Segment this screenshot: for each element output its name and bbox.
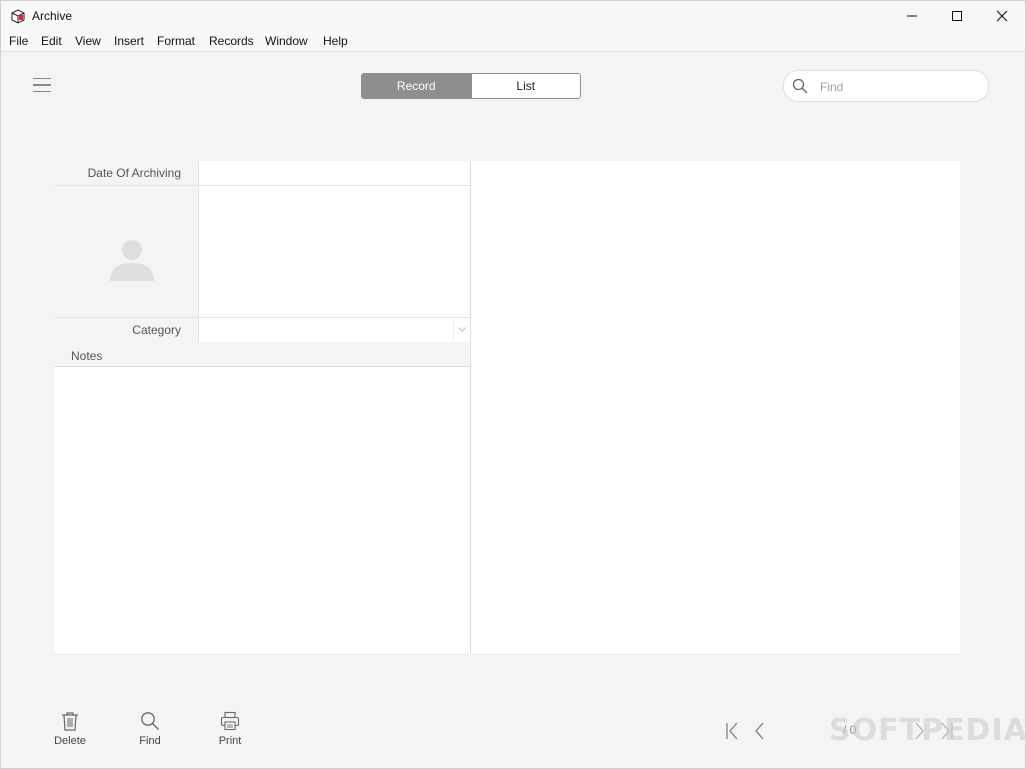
category-label-cell: Category bbox=[54, 318, 198, 342]
search-input[interactable] bbox=[818, 77, 982, 97]
print-label: Print bbox=[218, 735, 242, 747]
tab-record[interactable]: Record bbox=[362, 74, 471, 98]
category-label: Category bbox=[132, 323, 181, 337]
close-button[interactable] bbox=[979, 1, 1025, 31]
category-select[interactable] bbox=[198, 318, 470, 342]
notes-header: Notes bbox=[54, 342, 470, 367]
title-bar: Archive bbox=[1, 1, 1025, 31]
category-dropdown-button[interactable] bbox=[453, 318, 470, 341]
menu-view[interactable]: View bbox=[75, 34, 101, 48]
delete-button[interactable]: Delete bbox=[40, 711, 100, 747]
search-box bbox=[783, 70, 989, 102]
menu-file[interactable]: File bbox=[9, 34, 28, 48]
view-switcher: Record List bbox=[361, 73, 581, 99]
notes-textarea[interactable] bbox=[54, 368, 470, 653]
print-button[interactable]: Print bbox=[200, 711, 260, 747]
window-title: Archive bbox=[32, 9, 73, 23]
menu-format[interactable]: Format bbox=[157, 34, 195, 48]
first-page-icon bbox=[726, 722, 738, 740]
previous-record-button[interactable] bbox=[748, 720, 770, 742]
menu-records[interactable]: Records bbox=[209, 34, 254, 48]
app-window: Archive File Edit View Insert Format Rec… bbox=[0, 0, 1026, 769]
menu-edit[interactable]: Edit bbox=[41, 34, 62, 48]
find-label: Find bbox=[139, 735, 161, 747]
minimize-button[interactable] bbox=[889, 1, 935, 31]
date-label-cell: Date Of Archiving bbox=[54, 161, 198, 185]
close-icon bbox=[996, 10, 1008, 22]
search-icon bbox=[141, 712, 159, 730]
chevron-left-icon bbox=[755, 722, 764, 740]
minimize-icon bbox=[907, 15, 917, 17]
tab-list[interactable]: List bbox=[470, 74, 580, 98]
trash-icon bbox=[62, 712, 78, 731]
app-logo-icon bbox=[11, 9, 25, 24]
watermark: SOFTPEDIA bbox=[829, 713, 1026, 748]
hamburger-icon[interactable] bbox=[33, 78, 51, 93]
date-of-archiving-field[interactable] bbox=[198, 161, 470, 185]
menu-bar: File Edit View Insert Format Records Win… bbox=[1, 31, 1025, 52]
form-fields: Date Of Archiving Category Notes bbox=[54, 161, 471, 653]
chevron-down-icon bbox=[458, 327, 466, 332]
menu-insert[interactable]: Insert bbox=[114, 34, 144, 48]
notes-label: Notes bbox=[71, 349, 103, 363]
record-panel: Date Of Archiving Category Notes bbox=[54, 161, 960, 653]
first-record-button[interactable] bbox=[722, 720, 744, 742]
delete-label: Delete bbox=[54, 735, 86, 747]
search-icon bbox=[792, 78, 808, 94]
maximize-button[interactable] bbox=[934, 1, 980, 31]
person-placeholder-icon bbox=[110, 240, 154, 281]
printer-icon bbox=[220, 711, 240, 731]
menu-help[interactable]: Help bbox=[323, 34, 348, 48]
find-button[interactable]: Find bbox=[120, 711, 180, 747]
photo-field[interactable] bbox=[198, 186, 470, 317]
maximize-icon bbox=[952, 11, 962, 21]
record-detail-area bbox=[471, 161, 960, 653]
menu-window[interactable]: Window bbox=[265, 34, 308, 48]
photo-label-cell bbox=[54, 186, 198, 317]
date-of-archiving-label: Date Of Archiving bbox=[87, 166, 181, 180]
